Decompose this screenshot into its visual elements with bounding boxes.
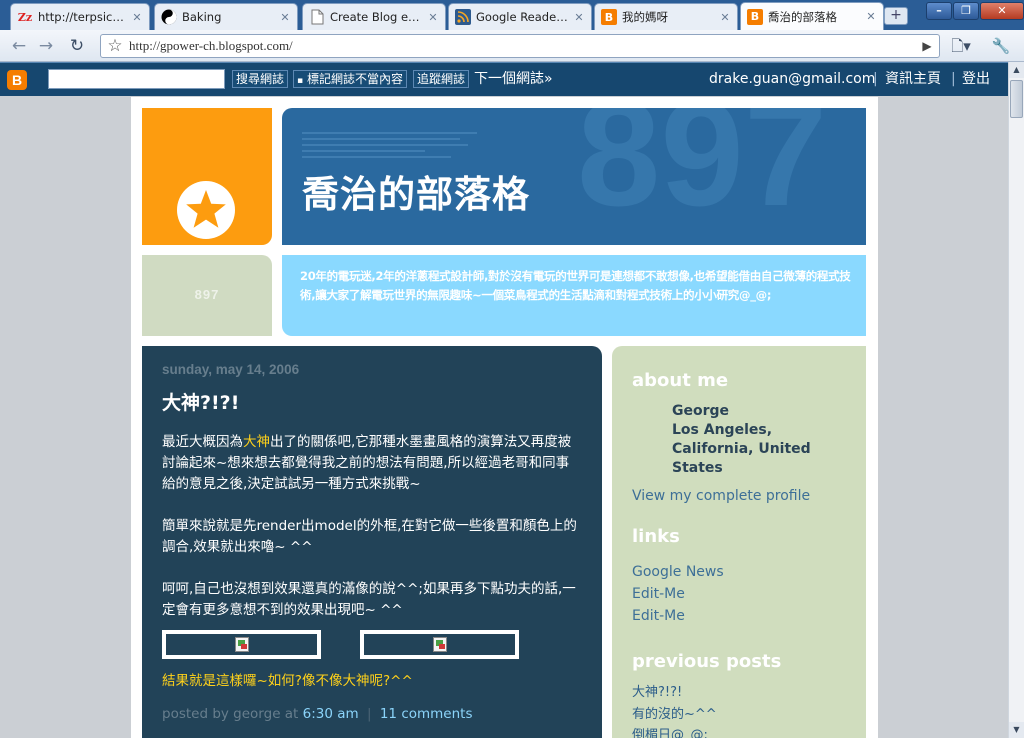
scroll-up-icon[interactable]: ▲ — [1009, 62, 1024, 78]
vertical-scrollbar[interactable]: ▲ ▼ — [1008, 62, 1024, 738]
post-body: 最近大概因為大神出了的關係吧,它那種水墨畫風格的演算法又再度被討論起來~想來想去… — [162, 432, 582, 621]
previous-post-link[interactable]: 倒楣日@_@; — [632, 725, 846, 738]
page-menu-icon[interactable]: 🗋▾ — [948, 35, 974, 57]
comments-link[interactable]: 11 comments — [380, 706, 473, 722]
new-tab-button[interactable]: + — [884, 7, 908, 25]
post-caption: 結果就是這樣囉~如何?像不像大神呢?^^ — [162, 673, 413, 689]
main-post-column: sunday, may 14, 2006 大神?!?! 最近大概因為大神出了的關… — [142, 346, 602, 738]
header-decoration — [302, 132, 477, 162]
previous-post-link[interactable]: 有的沒的~^^ — [632, 704, 846, 726]
follow-blog-button[interactable]: 追蹤網誌 — [413, 70, 470, 88]
forward-arrow-icon[interactable]: → — [35, 35, 57, 57]
wrench-icon[interactable]: 🔧▾ — [988, 35, 1014, 77]
scroll-down-icon[interactable]: ▼ — [1009, 722, 1024, 738]
close-icon[interactable]: ✕ — [865, 10, 877, 23]
bookmark-star-icon[interactable]: ☆ — [105, 36, 125, 56]
url-input[interactable] — [129, 37, 909, 55]
flag-blog-button[interactable]: ▪ 標記網誌不當內容 — [293, 70, 407, 88]
minimize-icon[interactable]: – — [926, 2, 952, 20]
page-icon — [309, 9, 325, 25]
post-image-row — [162, 630, 582, 660]
close-icon[interactable]: ✕ — [573, 11, 585, 24]
post-image[interactable] — [162, 630, 321, 659]
rss-icon — [455, 9, 471, 25]
maximize-icon[interactable]: ❐ — [953, 2, 979, 20]
broken-image-icon — [433, 637, 447, 652]
page-viewport: 897 喬治的部落格 897 20年的電玩迷,2年的洋蔥程式設計師,對於沒有電玩… — [0, 96, 1008, 738]
blog-description: 20年的電玩迷,2年的洋蔥程式設計師,對於沒有電玩的世界可是連想都不敢想像,也希… — [300, 269, 851, 302]
profile-info: George Los Angeles, California, United S… — [672, 402, 846, 478]
browser-toolbar: ← → ↻ ☆ ▶ 🗋▾ 🔧▾ — [0, 30, 1024, 77]
blog-search-input[interactable] — [48, 69, 225, 89]
address-bar[interactable]: ☆ ▶ — [100, 34, 940, 58]
tab-baking[interactable]: Baking ✕ — [154, 3, 298, 30]
sign-out-link[interactable]: 登出 — [962, 69, 990, 89]
close-icon[interactable]: ✕ — [131, 11, 143, 24]
browser-tab-strip: Zz http://terpsichore.s... ✕ Baking ✕ Cr… — [0, 0, 1024, 30]
terpsichore-icon: Zz — [17, 10, 33, 24]
blog-container: 897 喬治的部落格 897 20年的電玩迷,2年的洋蔥程式設計師,對於沒有電玩… — [131, 97, 878, 738]
okami-link[interactable]: 大神 — [243, 434, 270, 450]
blogger-navbar: B 搜尋網誌 ▪ 標記網誌不當內容 追蹤網誌 下一個網誌» drake.guan… — [0, 62, 1008, 96]
star-icon — [186, 190, 226, 228]
profile-location: Los Angeles, — [672, 422, 773, 438]
header-number: 897 — [194, 287, 220, 302]
sidebar-link-google-news[interactable]: Google News — [632, 561, 846, 583]
blogger-icon: B — [601, 9, 617, 25]
blogger-icon: B — [747, 8, 763, 25]
reload-icon[interactable]: ↻ — [66, 35, 88, 57]
sidebar: about me George Los Angeles, California,… — [612, 346, 866, 738]
broken-image-icon — [235, 637, 249, 652]
header-star-box — [142, 108, 272, 245]
post-image[interactable] — [360, 630, 519, 659]
previous-posts-heading: previous posts — [632, 651, 782, 672]
close-icon[interactable]: ✕ — [719, 11, 731, 24]
tab-my-goodness[interactable]: B 我的媽呀 ✕ — [594, 3, 738, 30]
post-date: sunday, may 14, 2006 — [162, 362, 300, 377]
yin-yang-icon — [161, 9, 177, 25]
post-paragraph: 最近大概因為大神出了的關係吧,它那種水墨畫風格的演算法又再度被討論起來~想來想去… — [162, 434, 572, 492]
post-paragraph: 簡單來說就是先render出model的外框,在對它做一些後置和顏色上的調合,效… — [162, 518, 577, 555]
sidebar-link-edit-me[interactable]: Edit-Me — [632, 605, 846, 627]
back-arrow-icon[interactable]: ← — [8, 35, 30, 57]
go-arrow-icon[interactable]: ▶ — [919, 37, 935, 55]
post-title[interactable]: 大神?!?! — [162, 388, 582, 415]
tab-create-blog-entry[interactable]: Create Blog entry... ✕ — [302, 3, 446, 30]
profile-name: George — [672, 403, 730, 419]
close-icon[interactable]: ✕ — [279, 11, 291, 24]
user-email: drake.guan@gmail.com — [709, 71, 876, 87]
about-me-heading: about me — [632, 370, 729, 391]
navbar-separator: | — [951, 71, 956, 87]
blog-header: 897 喬治的部落格 — [282, 108, 866, 245]
links-list: Google News Edit-Me Edit-Me — [632, 561, 846, 627]
next-blog-link[interactable]: 下一個網誌» — [474, 69, 553, 89]
blog-description-box: 20年的電玩迷,2年的洋蔥程式設計師,對於沒有電玩的世界可是連想都不敢想像,也希… — [282, 255, 866, 336]
close-icon[interactable]: ✕ — [427, 11, 439, 24]
post-footer: posted by george at 6:30 am | 11 comment… — [162, 706, 473, 722]
flag-icon: ▪ — [297, 76, 304, 86]
view-profile-link[interactable]: View my complete profile — [632, 488, 846, 504]
tab-google-reader[interactable]: Google Reader (1... ✕ — [448, 3, 592, 30]
navbar-separator: | — [873, 71, 878, 87]
post-paragraph: 呵呵,自己也沒想到效果還真的滿像的說^^;如果再多下點功夫的話,一定會有更多意想… — [162, 581, 576, 618]
dashboard-link[interactable]: 資訊主頁 — [885, 69, 941, 89]
profile-location: California, United — [672, 441, 811, 457]
header-number-box: 897 — [142, 255, 272, 336]
links-heading: links — [632, 526, 680, 547]
blogger-logo-icon[interactable]: B — [7, 70, 27, 90]
window-close-icon[interactable]: ✕ — [980, 2, 1024, 20]
previous-posts-list: 大神?!?! 有的沒的~^^ 倒楣日@_@; — [632, 682, 846, 738]
blog-title[interactable]: 喬治的部落格 — [302, 164, 530, 218]
sidebar-link-edit-me[interactable]: Edit-Me — [632, 583, 846, 605]
post-time-link[interactable]: 6:30 am — [303, 706, 359, 722]
tab-terpsichore[interactable]: Zz http://terpsichore.s... ✕ — [10, 3, 150, 30]
scroll-thumb[interactable] — [1010, 80, 1023, 118]
previous-post-link[interactable]: 大神?!?! — [632, 682, 846, 704]
profile-location: States — [672, 460, 723, 476]
tab-georges-blog[interactable]: B 喬治的部落格 ✕ — [740, 2, 884, 30]
footer-separator: | — [366, 706, 372, 722]
search-blog-button[interactable]: 搜尋網誌 — [232, 70, 289, 88]
header-background-number: 897 — [577, 108, 828, 237]
